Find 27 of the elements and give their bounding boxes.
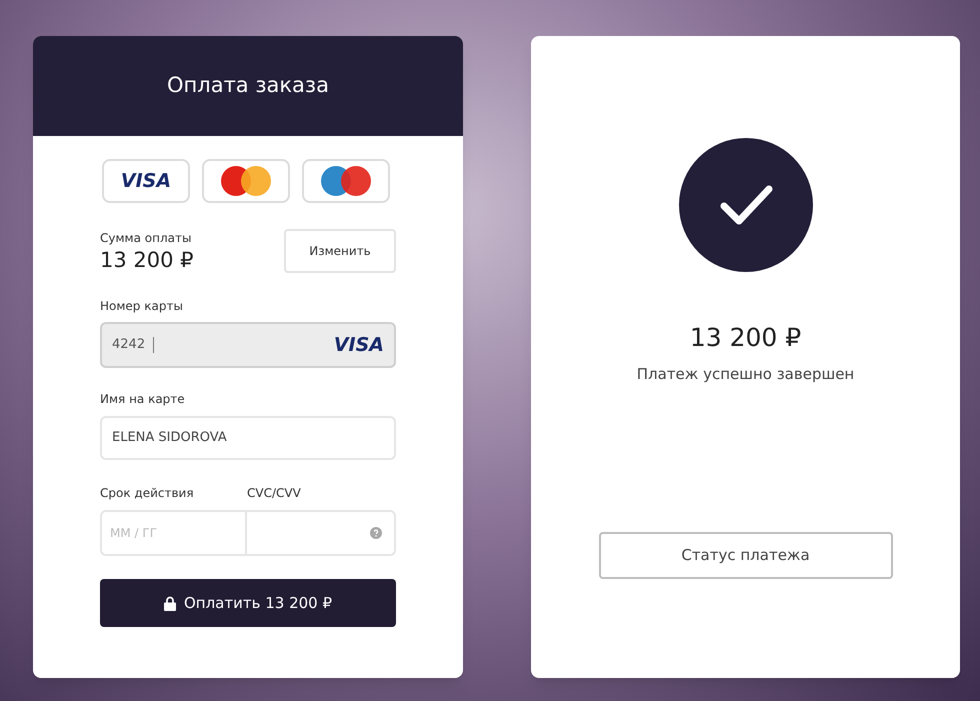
check-circle-icon (678, 138, 812, 272)
field-label: Номер карты (100, 298, 184, 315)
card-number-value: 4242 (112, 336, 146, 354)
expiry-field[interactable]: ММ / ГГ (100, 510, 247, 556)
result-message: Платеж успешно завершен (636, 364, 854, 384)
pay-button[interactable]: Оплатить 13 200 ₽ (100, 579, 396, 627)
field-label: CVC/CVV (247, 485, 301, 502)
cvc-field[interactable] (247, 510, 396, 556)
lock-icon (164, 596, 176, 610)
name-field[interactable]: ELENA SIDOROVA (100, 416, 396, 460)
card-number-field[interactable]: 4242 VISA (100, 322, 396, 368)
amount-value: 13 200 ₽ (100, 247, 194, 273)
result-amount: 13 200 ₽ (690, 322, 802, 354)
overlapping-circles-icon (318, 165, 374, 197)
card-brand-label: VISA (334, 332, 384, 358)
form-title: Оплата заказа (167, 72, 329, 100)
name-value: ELENA SIDOROVA (112, 429, 227, 448)
status-button[interactable]: Статус платежа (598, 532, 892, 579)
card-brand-button[interactable]: VISA (102, 159, 190, 203)
card-brand-button[interactable] (202, 159, 290, 203)
overlapping-circles-icon (218, 165, 274, 197)
change-button[interactable]: Изменить (284, 229, 396, 273)
card-brand-button[interactable] (302, 159, 390, 203)
field-label: Срок действия (100, 485, 195, 502)
amount-label: Сумма оплаты (100, 230, 192, 247)
field-label: Имя на карте (100, 391, 186, 408)
text-cursor (153, 337, 154, 353)
